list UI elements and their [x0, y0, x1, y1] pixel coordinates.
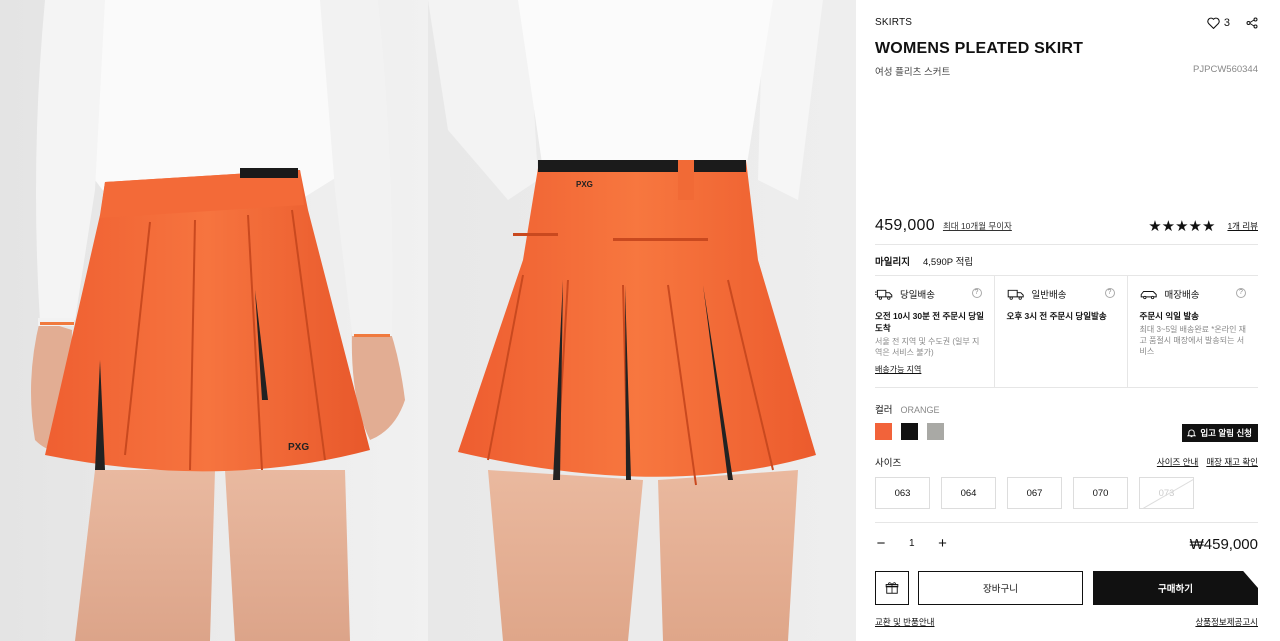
quantity-minus-button[interactable]: − — [875, 535, 887, 552]
help-icon[interactable]: ? — [1104, 288, 1115, 298]
wishlist-button[interactable]: 3 — [1207, 17, 1230, 29]
car-icon — [1140, 290, 1157, 299]
gift-button[interactable] — [875, 571, 909, 605]
divider — [875, 522, 1258, 523]
delivery-area-link[interactable]: 배송가능 지역 — [875, 364, 921, 375]
delivery-note: 최대 3~5일 배송완료 *온라인 재고 품절시 매장에서 발송되는 서비스 — [1139, 325, 1247, 356]
truck-fast-icon — [875, 289, 893, 300]
restock-alert-label: 입고 알림 신청 — [1200, 428, 1252, 438]
delivery-detail: 오전 10시 30분 전 주문시 당일도착 — [875, 311, 984, 333]
color-label: 컬러 ORANGE — [875, 402, 940, 416]
help-icon[interactable]: ? — [1236, 288, 1246, 298]
top-actions: 3 — [1207, 17, 1258, 29]
size-option[interactable]: 070 — [1073, 477, 1128, 509]
installment-link[interactable]: 최대 10개월 무이자 — [943, 220, 1012, 232]
size-option[interactable]: 063 — [875, 477, 930, 509]
review-link[interactable]: 1개 리뷰 — [1227, 220, 1258, 232]
svg-text:PXG: PXG — [576, 180, 593, 189]
delivery-store: 매장배송 ? 주문시 익일 발송 최대 3~5일 배송완료 *온라인 재고 품절… — [1126, 276, 1259, 387]
price: 459,000 — [875, 216, 935, 234]
bell-icon — [1187, 428, 1197, 437]
svg-text:PXG: PXG — [288, 442, 309, 453]
product-image-back[interactable]: PXG — [428, 0, 856, 641]
share-icon — [1246, 17, 1258, 29]
size-option[interactable]: 067 — [1007, 477, 1062, 509]
product-photo-back: PXG — [428, 0, 856, 641]
selected-color-name: ORANGE — [900, 405, 940, 415]
mileage-label: 마일리지 — [875, 256, 910, 268]
help-icon[interactable]: ? — [971, 288, 982, 298]
color-swatch-black[interactable] — [901, 423, 918, 440]
delivery-standard: 일반배송 ? 오후 3시 전 주문시 당일발송 — [993, 276, 1127, 387]
add-to-cart-button[interactable]: 장바구니 — [918, 571, 1083, 605]
size-links: 사이즈 안내 매장 재고 확인 — [1157, 456, 1258, 468]
truck-icon — [1007, 289, 1024, 300]
price-row: 459,000 최대 10개월 무이자 ★★★★★ 1개 리뷰 — [875, 215, 1258, 245]
product-notice-link[interactable]: 상품정보제공고시 — [1195, 616, 1258, 628]
restock-alert-button[interactable]: 입고 알림 신청 — [1182, 424, 1258, 442]
delivery-title: 매장배송 — [1164, 290, 1200, 301]
quantity-stepper: − 1 + — [875, 535, 949, 552]
size-guide-link[interactable]: 사이즈 안내 — [1157, 456, 1198, 468]
delivery-note: 서울 전 지역 및 수도권 (일부 지역은 서비스 불가) — [875, 337, 980, 357]
mileage-value: 4,590P 적립 — [923, 256, 974, 268]
delivery-title: 일반배송 — [1031, 290, 1067, 301]
rating-stars: ★★★★★ — [1148, 217, 1216, 235]
size-label: 사이즈 — [875, 458, 902, 469]
size-options: 063 064 067 070 073 — [875, 477, 1194, 509]
delivery-title: 당일배송 — [900, 290, 935, 301]
mileage-row: 마일리지 4,590P 적립 — [875, 246, 1258, 276]
product-image-front[interactable]: PXG — [0, 0, 428, 641]
total-price: ₩459,000 — [1189, 536, 1258, 553]
heart-icon — [1207, 17, 1220, 29]
product-category[interactable]: SKIRTS — [875, 17, 912, 28]
color-label-text: 컬러 — [875, 405, 893, 416]
delivery-same-day: 당일배송 ? 오전 10시 30분 전 주문시 당일도착 서울 전 지역 및 수… — [875, 276, 994, 387]
size-option[interactable]: 064 — [941, 477, 996, 509]
product-info-panel: SKIRTS 3 WOMENS PLEATED SKIRT 여성 플리츠 스커트… — [856, 0, 1280, 641]
product-subtitle: 여성 플리츠 스커트 — [875, 67, 951, 78]
wishlist-count: 3 — [1223, 17, 1230, 29]
exchange-return-link[interactable]: 교환 및 반품안내 — [875, 616, 934, 628]
color-swatch-gray[interactable] — [927, 423, 944, 440]
buy-now-button[interactable]: 구매하기 — [1093, 571, 1258, 605]
product-gallery: PXG PXG — [0, 0, 856, 641]
delivery-detail: 주문시 익일 발송 — [1139, 311, 1199, 321]
quantity-value[interactable]: 1 — [909, 538, 915, 549]
color-swatches — [875, 423, 944, 440]
size-option-soldout: 073 — [1139, 477, 1194, 509]
store-stock-link[interactable]: 매장 재고 확인 — [1206, 456, 1258, 468]
product-title: WOMENS PLEATED SKIRT — [875, 40, 1084, 57]
gift-icon — [885, 582, 899, 594]
color-swatch-orange[interactable] — [875, 423, 892, 440]
product-code: PJPCW560344 — [1193, 64, 1258, 75]
quantity-plus-button[interactable]: + — [937, 535, 949, 552]
share-button[interactable] — [1246, 17, 1258, 29]
delivery-options: 당일배송 ? 오전 10시 30분 전 주문시 당일도착 서울 전 지역 및 수… — [875, 276, 1258, 388]
delivery-detail: 오후 3시 전 주문시 당일발송 — [1006, 311, 1107, 321]
product-photo-front: PXG — [0, 0, 428, 641]
